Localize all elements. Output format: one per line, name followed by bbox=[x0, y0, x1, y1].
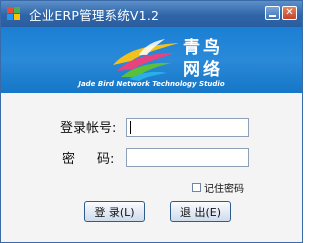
remember-password-checkbox[interactable] bbox=[192, 183, 201, 192]
close-icon: ✕ bbox=[285, 7, 294, 18]
exit-button[interactable]: 退 出(E) bbox=[170, 201, 231, 222]
window-title: 企业ERP管理系统V1.2 bbox=[29, 8, 160, 23]
minimize-icon bbox=[269, 15, 276, 17]
remember-password-option[interactable]: 记住密码 bbox=[192, 180, 244, 195]
login-window: 企业ERP管理系统V1.2 ✕ 青鸟 网络 Jade Bird Network … bbox=[0, 0, 303, 243]
title-bar[interactable]: 企业ERP管理系统V1.2 ✕ bbox=[1, 1, 302, 27]
account-input[interactable] bbox=[126, 118, 249, 137]
app-icon bbox=[7, 7, 20, 20]
brand-banner: 青鸟 网络 Jade Bird Network Technology Studi… bbox=[1, 27, 302, 93]
password-label-part1: 密 bbox=[62, 152, 76, 167]
remember-password-label: 记住密码 bbox=[204, 184, 244, 195]
password-input[interactable] bbox=[126, 148, 249, 167]
text-caret bbox=[130, 121, 131, 134]
brand-name-en: Jade Bird Network Technology Studio bbox=[78, 80, 225, 88]
minimize-button[interactable] bbox=[265, 6, 280, 20]
close-button[interactable]: ✕ bbox=[282, 6, 297, 20]
login-button[interactable]: 登 录(L) bbox=[84, 201, 145, 222]
brand-name-cn-line2: 网络 bbox=[183, 60, 223, 80]
account-label: 登录帐号: bbox=[60, 121, 117, 136]
jade-bird-logo-icon bbox=[113, 39, 179, 81]
login-form: 登录帐号: 密 码: 记住密码 登 录(L) 退 出(E) bbox=[1, 93, 302, 242]
password-label-part2: 码: bbox=[97, 152, 115, 167]
